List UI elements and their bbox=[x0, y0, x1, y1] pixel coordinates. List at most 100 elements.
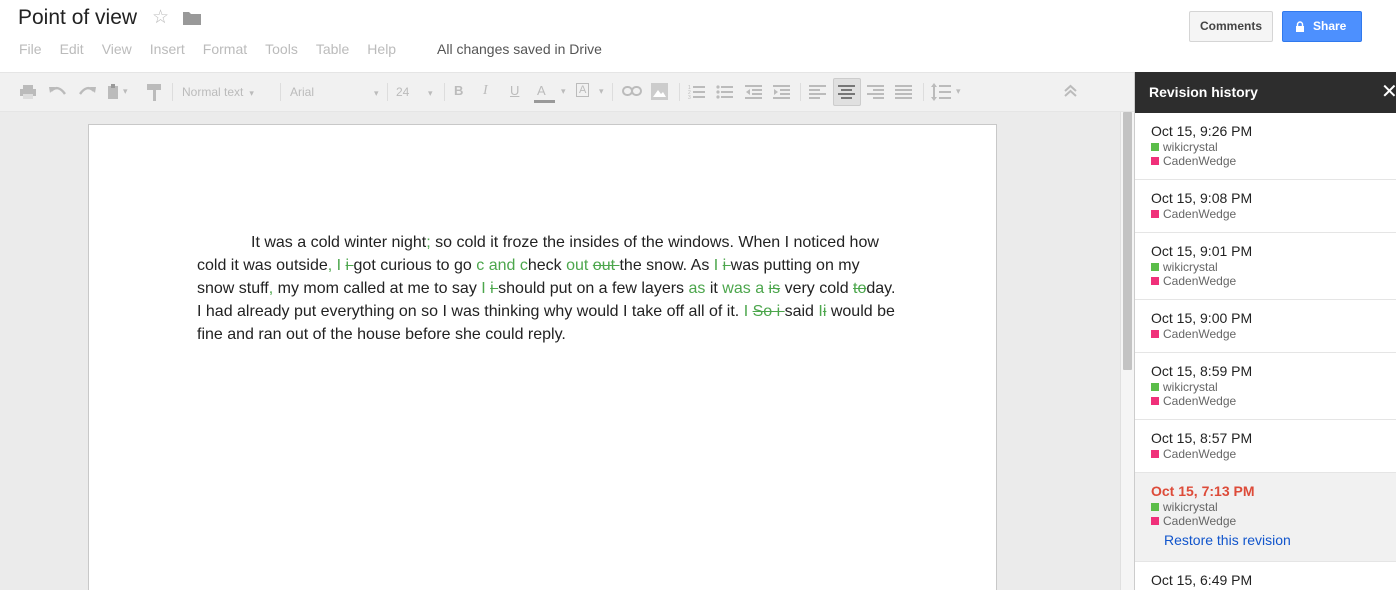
scrollbar-thumb[interactable] bbox=[1123, 112, 1132, 370]
toolbar-separator bbox=[172, 83, 173, 101]
font-size-select[interactable]: 24 ▾ bbox=[396, 85, 440, 99]
justify-icon[interactable] bbox=[895, 84, 912, 100]
numbered-list-icon[interactable]: 123 bbox=[688, 84, 705, 100]
text-color-caret-icon[interactable]: ▾ bbox=[561, 86, 566, 97]
menu-file[interactable]: File bbox=[19, 41, 42, 57]
revision-time: Oct 15, 9:01 PM bbox=[1151, 243, 1253, 259]
inserted-text: as bbox=[688, 280, 706, 297]
author-name: CadenWedge bbox=[1163, 207, 1237, 221]
text-run: was putting bbox=[730, 257, 812, 274]
document-page[interactable]: It was a cold winter night; so cold it f… bbox=[88, 124, 997, 590]
redo-icon[interactable] bbox=[78, 85, 96, 99]
revision-author: wikicrystal bbox=[1151, 140, 1396, 154]
underline-icon[interactable]: U bbox=[510, 83, 519, 98]
revision-time: Oct 15, 8:59 PM bbox=[1151, 363, 1253, 379]
share-label: Share bbox=[1313, 19, 1347, 33]
document-canvas: It was a cold winter night; so cold it f… bbox=[0, 112, 1120, 590]
restore-revision-link[interactable]: Restore this revision bbox=[1151, 528, 1396, 548]
text-run: it. bbox=[726, 303, 744, 320]
revision-author: CadenWedge bbox=[1151, 514, 1396, 528]
text-run: it bbox=[705, 280, 723, 297]
text-run: got curious to go bbox=[353, 257, 477, 274]
toolbar-separator bbox=[387, 83, 388, 101]
align-left-icon[interactable] bbox=[809, 84, 826, 100]
revision-item[interactable]: Oct 15, 9:01 PM wikicrystal CadenWedge bbox=[1135, 233, 1396, 300]
decrease-indent-icon[interactable] bbox=[745, 84, 762, 100]
header: Point of view ☆ File Edit View Insert Fo… bbox=[0, 0, 1396, 72]
italic-icon[interactable]: I bbox=[483, 83, 488, 99]
menu-view[interactable]: View bbox=[102, 41, 132, 57]
revision-item[interactable]: Oct 15, 7:13 PM wikicrystal CadenWedge Rest… bbox=[1135, 473, 1396, 562]
line-spacing-caret-icon[interactable]: ▾ bbox=[956, 86, 961, 97]
inserted-text: out bbox=[566, 257, 593, 274]
menu-help[interactable]: Help bbox=[367, 41, 396, 57]
revision-item[interactable]: Oct 15, 9:00 PM CadenWedge bbox=[1135, 300, 1396, 353]
author-color-swatch bbox=[1151, 383, 1159, 391]
print-icon[interactable] bbox=[20, 85, 36, 99]
inserted-text: I bbox=[481, 280, 491, 297]
text-run: said bbox=[784, 303, 819, 320]
collapse-toolbar-icon[interactable] bbox=[1064, 84, 1077, 98]
link-icon[interactable] bbox=[622, 86, 642, 96]
revision-time: Oct 15, 9:00 PM bbox=[1151, 310, 1253, 326]
deleted-text: is bbox=[768, 280, 781, 297]
author-color-swatch bbox=[1151, 263, 1159, 271]
document-title[interactable]: Point of view bbox=[18, 6, 137, 30]
author-name: CadenWedge bbox=[1163, 514, 1237, 528]
line-spacing-icon[interactable] bbox=[931, 83, 951, 101]
increase-indent-icon[interactable] bbox=[773, 84, 790, 100]
bulleted-list-icon[interactable] bbox=[716, 84, 733, 100]
author-color-swatch bbox=[1151, 277, 1159, 285]
star-icon[interactable]: ☆ bbox=[152, 7, 169, 29]
author-color-swatch bbox=[1151, 517, 1159, 525]
align-center-icon[interactable] bbox=[838, 84, 855, 100]
text-color-icon[interactable]: A bbox=[537, 83, 546, 98]
revision-author: wikicrystal bbox=[1151, 260, 1396, 274]
author-color-swatch bbox=[1151, 157, 1159, 165]
deleted-text: i bbox=[722, 257, 731, 274]
undo-icon[interactable] bbox=[49, 85, 67, 99]
image-icon[interactable] bbox=[651, 83, 668, 100]
author-color-swatch bbox=[1151, 143, 1159, 151]
author-name: CadenWedge bbox=[1163, 394, 1237, 408]
highlight-color-icon[interactable]: A bbox=[576, 83, 590, 97]
revision-item[interactable]: Oct 15, 9:08 PM CadenWedge bbox=[1135, 180, 1396, 233]
author-name: wikicrystal bbox=[1163, 500, 1218, 514]
highlight-caret-icon[interactable]: ▾ bbox=[599, 86, 604, 97]
revision-item[interactable]: Oct 15, 9:26 PM wikicrystal CadenWedge bbox=[1135, 113, 1396, 180]
revision-item[interactable]: Oct 15, 8:57 PM CadenWedge bbox=[1135, 420, 1396, 473]
revision-time: Oct 15, 8:57 PM bbox=[1151, 430, 1253, 446]
comments-button[interactable]: Comments bbox=[1189, 11, 1273, 42]
close-icon[interactable]: ✕ bbox=[1381, 72, 1396, 112]
style-select[interactable]: Normal text ▾ bbox=[182, 85, 274, 99]
toolbar-separator bbox=[612, 83, 613, 101]
author-color-swatch bbox=[1151, 503, 1159, 511]
revision-author: wikicrystal bbox=[1151, 380, 1396, 394]
folder-icon[interactable] bbox=[182, 10, 202, 26]
font-select[interactable]: Arial ▾ bbox=[290, 85, 382, 99]
revision-time: Oct 15, 9:26 PM bbox=[1151, 123, 1253, 139]
menu-tools[interactable]: Tools bbox=[265, 41, 298, 57]
share-button[interactable]: Share bbox=[1282, 11, 1362, 42]
toolbar: ▾ Normal text ▾ Arial ▾ 24 ▾ B I U A ▾ A ▾ … bbox=[0, 72, 1134, 112]
paint-format-icon[interactable] bbox=[147, 84, 163, 101]
paste-caret-icon[interactable]: ▾ bbox=[123, 86, 128, 97]
menu-table[interactable]: Table bbox=[316, 41, 349, 57]
deleted-text: i bbox=[490, 280, 499, 297]
author-color-swatch bbox=[1151, 330, 1159, 338]
bold-icon[interactable]: B bbox=[454, 83, 463, 98]
document-body[interactable]: It was a cold winter night; so cold it f… bbox=[197, 231, 897, 346]
deleted-text: to bbox=[853, 280, 867, 297]
revision-item[interactable]: Oct 15, 8:59 PM wikicrystal CadenWedge bbox=[1135, 353, 1396, 420]
paste-icon[interactable] bbox=[107, 84, 121, 100]
save-status: All changes saved in Drive bbox=[437, 41, 602, 57]
revision-history-title: Revision history bbox=[1135, 72, 1396, 113]
align-right-icon[interactable] bbox=[867, 84, 884, 100]
revision-item[interactable]: Oct 15, 6:49 PMCadenWedge bbox=[1135, 562, 1396, 590]
menu-edit[interactable]: Edit bbox=[60, 41, 84, 57]
menu-insert[interactable]: Insert bbox=[150, 41, 185, 57]
revision-author: wikicrystal bbox=[1151, 500, 1396, 514]
menu-format[interactable]: Format bbox=[203, 41, 247, 57]
toolbar-separator bbox=[923, 83, 924, 101]
revision-time: Oct 15, 9:08 PM bbox=[1151, 190, 1253, 206]
